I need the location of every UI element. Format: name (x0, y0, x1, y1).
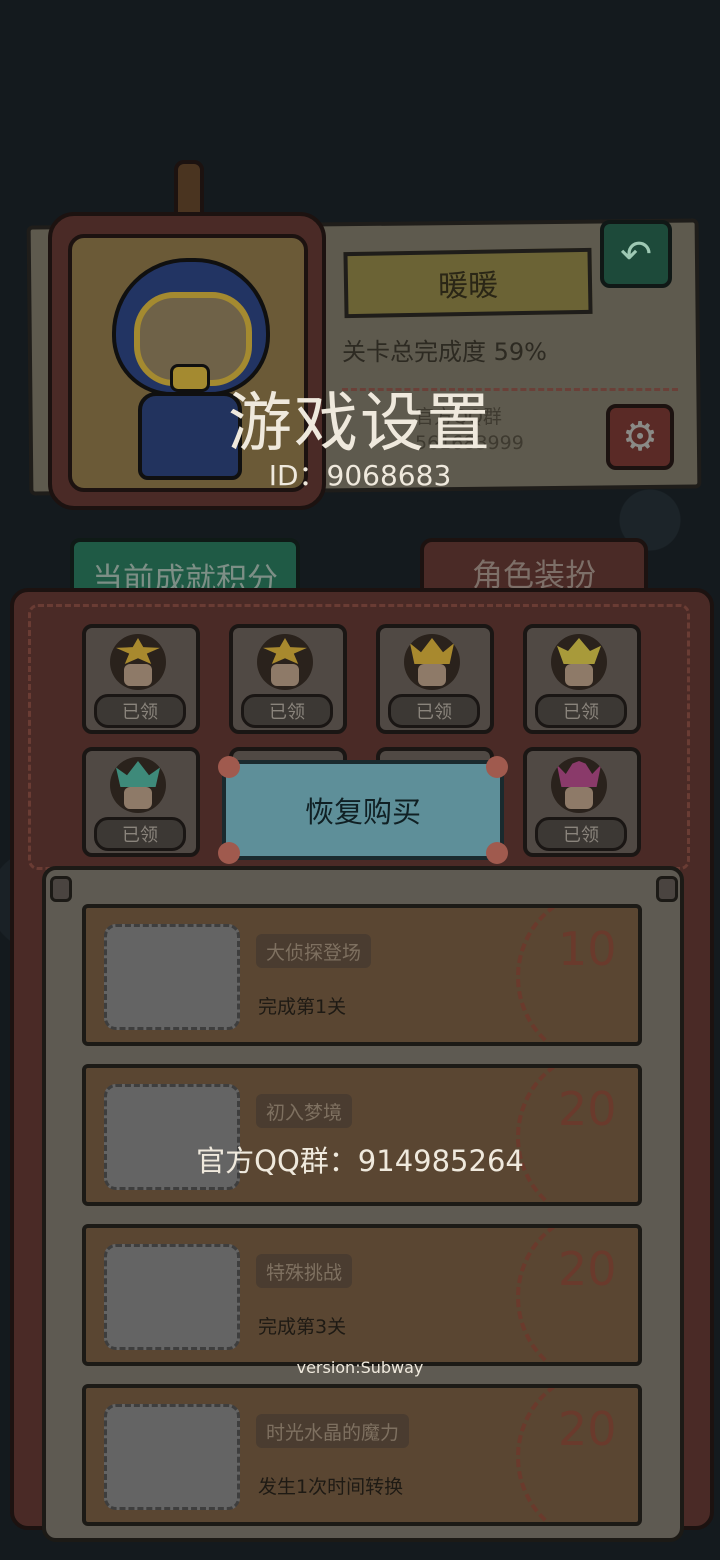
reward-slot[interactable]: 已领 (523, 624, 641, 734)
restore-purchase-label: 恢复购买 (304, 795, 421, 829)
settings-title: 游戏设置 (228, 387, 492, 461)
achievement-row[interactable]: 时光水晶的魔力 发生1次时间转换 20 (82, 1384, 642, 1526)
face-skin (271, 664, 299, 686)
reward-slot[interactable]: 已领 (82, 624, 200, 734)
star-crown-icon (116, 638, 160, 664)
character-face-icon (404, 634, 460, 690)
reward-slot[interactable]: 已领 (229, 624, 347, 734)
reward-slot[interactable]: 已领 (523, 747, 641, 857)
claimed-label: 已领 (94, 817, 186, 851)
claimed-label: 已领 (535, 817, 627, 851)
crown-icon (410, 638, 454, 664)
corner-decoration (486, 756, 508, 778)
claimed-label: 已领 (94, 694, 186, 728)
achievement-points: 20 (558, 1082, 617, 1136)
achievement-points: 10 (558, 922, 617, 976)
claimed-label: 已领 (535, 694, 627, 728)
crown-icon (557, 761, 601, 787)
reward-slot[interactable]: 已领 (82, 747, 200, 857)
achievement-row[interactable]: 特殊挑战 完成第3关 20 (82, 1224, 642, 1366)
crown-icon (116, 761, 160, 787)
claimed-label: 已领 (241, 694, 333, 728)
player-id: ID：9068683 (268, 459, 452, 492)
face-skin (124, 664, 152, 686)
character-face-icon (110, 757, 166, 813)
achievement-row[interactable]: 初入梦境 20 (82, 1064, 642, 1206)
achievement-title: 时光水晶的魔力 (256, 1414, 410, 1448)
level-progress: 关卡总完成度 59% (342, 338, 547, 366)
corner-decoration (218, 842, 240, 864)
achievement-desc: 完成第3关 (258, 1316, 347, 1338)
magnifier-key-icon (104, 1244, 240, 1350)
achievement-points: 20 (558, 1242, 617, 1296)
corner-decoration (218, 756, 240, 778)
pin-decoration (656, 876, 678, 902)
character-face-icon (551, 757, 607, 813)
achievement-title: 初入梦境 (256, 1094, 353, 1128)
version-label: version:Subway (296, 1358, 424, 1377)
crown-icon (557, 638, 601, 664)
detective-icon (104, 924, 240, 1030)
face-skin (565, 664, 593, 686)
official-qq-group: 官方QQ群：914985264 (196, 1144, 524, 1178)
face-skin (124, 787, 152, 809)
achievement-title: 特殊挑战 (256, 1254, 353, 1288)
player-name: 暖暖 (343, 247, 593, 319)
crystal-icon (104, 1404, 240, 1510)
corner-decoration (486, 842, 508, 864)
star-crown-icon (263, 638, 307, 664)
back-button[interactable]: ↶ (600, 220, 672, 288)
restore-purchase-button[interactable]: 恢复购买 (218, 756, 508, 864)
undo-arrow-icon: ↶ (620, 232, 652, 276)
character-face-icon (110, 634, 166, 690)
pin-decoration (50, 876, 72, 902)
character-face-icon (551, 634, 607, 690)
achievement-row[interactable]: 大侦探登场 完成第1关 10 (82, 904, 642, 1046)
reward-slot[interactable]: 已领 (376, 624, 494, 734)
achievement-title: 大侦探登场 (256, 934, 372, 968)
face-skin (418, 664, 446, 686)
achievement-desc: 完成第1关 (258, 996, 347, 1018)
achievement-desc: 发生1次时间转换 (258, 1476, 404, 1498)
character-face-icon (257, 634, 313, 690)
claimed-label: 已领 (388, 694, 480, 728)
achievement-points: 20 (558, 1402, 617, 1456)
face-skin (565, 787, 593, 809)
